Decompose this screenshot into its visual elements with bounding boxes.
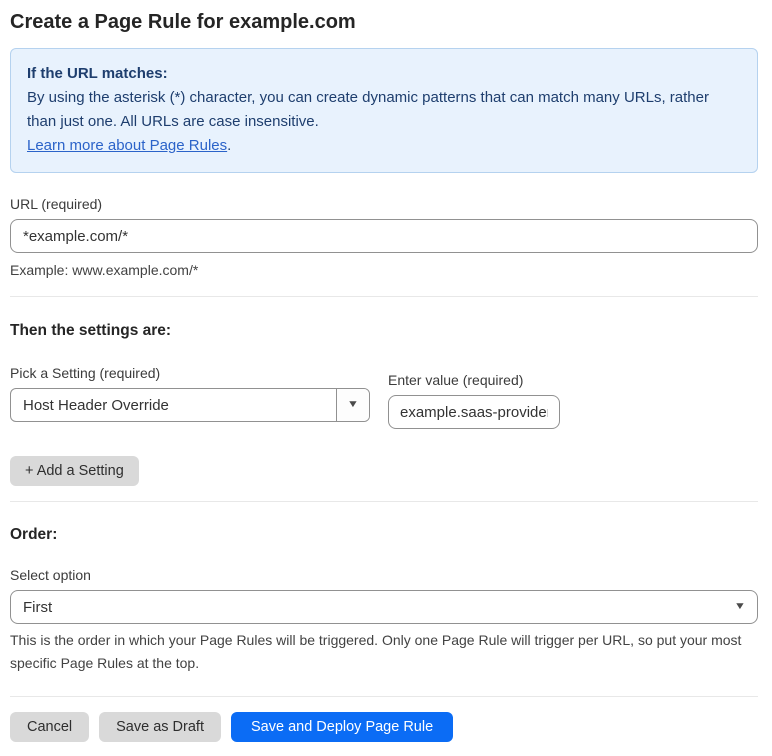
setting-select-arrow-button[interactable]: ▼ bbox=[336, 389, 369, 421]
setting-value-column: Enter value (required) bbox=[388, 372, 560, 429]
setting-select-label: Pick a Setting (required) bbox=[10, 365, 161, 381]
divider bbox=[10, 296, 758, 297]
add-setting-button[interactable]: + Add a Setting bbox=[10, 456, 139, 486]
order-helper-text: This is the order in which your Page Rul… bbox=[10, 632, 742, 671]
setting-value-input[interactable] bbox=[388, 395, 560, 429]
create-page-rule-form: Create a Page Rule for example.com If th… bbox=[0, 0, 772, 756]
link-period: . bbox=[227, 137, 232, 154]
settings-row: Pick a Setting (required) Host Header Ov… bbox=[10, 365, 758, 429]
order-section-heading: Order: bbox=[10, 526, 58, 543]
order-select-label: Select option bbox=[10, 567, 91, 583]
url-field-label: URL (required) bbox=[10, 196, 103, 212]
footer-buttons: Cancel Save as Draft Save and Deploy Pag… bbox=[10, 712, 758, 742]
info-box-body: By using the asterisk (*) character, you… bbox=[27, 86, 727, 134]
settings-section-heading: Then the settings are: bbox=[10, 322, 172, 339]
cancel-button[interactable]: Cancel bbox=[10, 712, 90, 742]
page-title: Create a Page Rule for example.com bbox=[10, 11, 356, 33]
setting-select-column: Pick a Setting (required) Host Header Ov… bbox=[10, 365, 370, 422]
setting-select-value: Host Header Override bbox=[23, 396, 169, 414]
order-select-value: First bbox=[23, 598, 53, 616]
url-matches-info-box: If the URL matches: By using the asteris… bbox=[10, 48, 758, 173]
info-box-heading: If the URL matches: bbox=[27, 65, 168, 82]
url-example-helper: Example: www.example.com/* bbox=[10, 262, 199, 278]
save-as-draft-button[interactable]: Save as Draft bbox=[99, 712, 221, 742]
setting-select[interactable]: Host Header Override ▼ bbox=[10, 388, 370, 422]
order-select[interactable]: First ▼ bbox=[10, 590, 758, 624]
save-and-deploy-button[interactable]: Save and Deploy Page Rule bbox=[230, 712, 454, 742]
setting-value-label: Enter value (required) bbox=[388, 372, 524, 388]
learn-more-link[interactable]: Learn more about Page Rules bbox=[27, 137, 227, 154]
chevron-down-icon: ▼ bbox=[346, 399, 360, 410]
info-box-body-text: By using the asterisk (*) character, you… bbox=[27, 89, 709, 130]
chevron-down-icon: ▼ bbox=[733, 601, 747, 612]
divider bbox=[10, 501, 758, 502]
info-box-link-line: Learn more about Page Rules. bbox=[27, 134, 741, 158]
url-input[interactable] bbox=[10, 219, 758, 253]
divider bbox=[10, 696, 758, 697]
